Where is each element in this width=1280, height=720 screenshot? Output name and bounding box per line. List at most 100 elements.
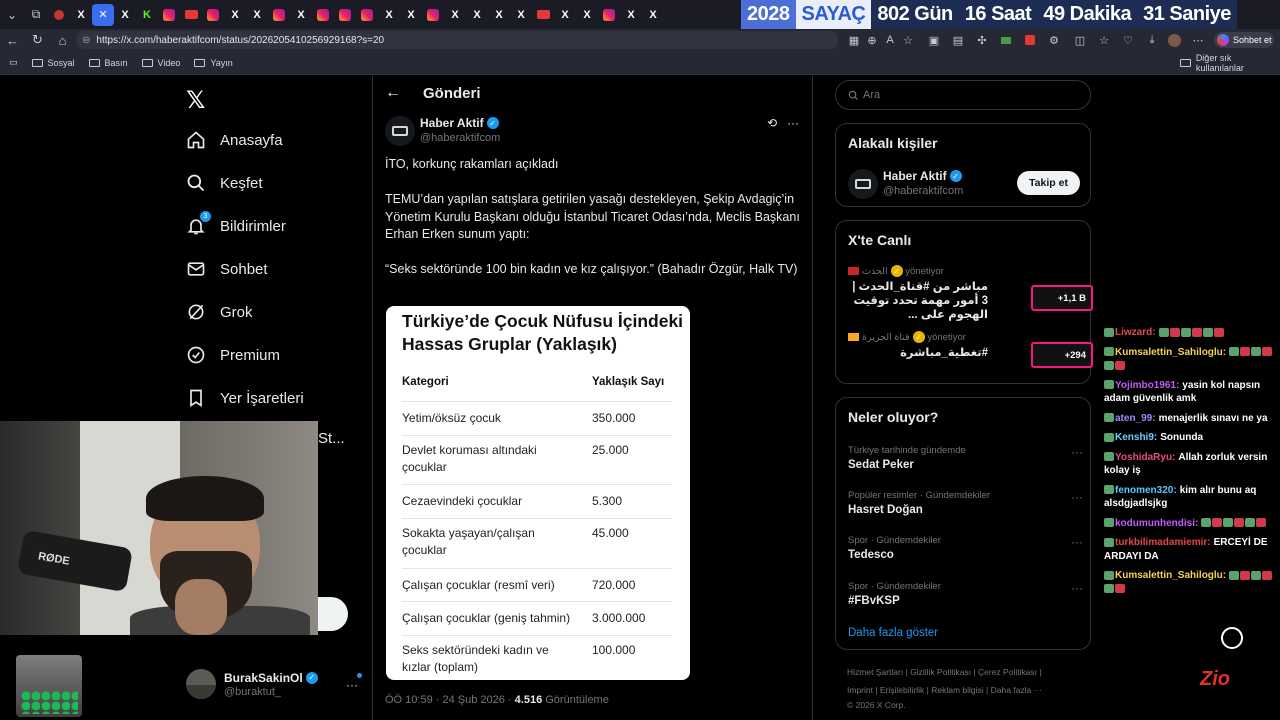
browser-tab[interactable] [180,4,202,26]
profile-avatar-icon[interactable] [1166,32,1182,48]
downloads-icon[interactable]: ⤓ [1144,32,1160,48]
browser-tab[interactable]: K [136,4,158,26]
more-options-icon[interactable]: ··· [1071,535,1083,549]
nav-item-explore[interactable]: Keşfet [186,173,263,193]
footer-links[interactable]: Imprint | Erişilebilirlik | Reklam bilgi… [847,685,1042,695]
extensions-puzzle-icon[interactable]: ⚙ [1046,32,1062,48]
url-field[interactable]: ⊜ https://x.com/haberaktifcom/status/202… [76,31,838,49]
nav-item-grok[interactable]: Grok [186,302,253,322]
account-more-icon[interactable]: ··· [346,678,358,692]
browser-tab[interactable]: X [246,4,268,26]
browser-tab[interactable] [532,4,554,26]
more-options-icon[interactable]: ··· [1071,490,1083,504]
extension-icon[interactable]: ✣ [974,32,990,48]
nav-item-premium[interactable]: Premium [186,345,280,365]
browser-tab[interactable]: X [642,4,664,26]
browser-tab[interactable]: X [466,4,488,26]
browser-tab[interactable]: X [400,4,422,26]
browser-tab[interactable] [356,4,378,26]
author-avatar[interactable] [385,116,415,146]
author-handle[interactable]: @haberaktifcom [420,132,500,144]
post-image-table[interactable]: Türkiye’de Çocuk Nüfusu İçindeki Hassas … [386,306,690,680]
browser-tab[interactable]: X [224,4,246,26]
bookmark-folder[interactable]: Yayın [194,58,233,68]
post-timestamp[interactable]: ÖÖ 10:59 · 24 Şub 2026 · [385,694,512,706]
related-person[interactable]: Haber Aktif ✓ @haberaktifcom [848,169,963,199]
browser-tab[interactable] [312,4,334,26]
trend-item[interactable]: Popüler resimler · Gündemdekiler Hasret … [848,490,1083,516]
trend-item[interactable]: Spor · Gündemdekiler #FBvKSP ··· [848,581,1083,607]
browser-tab[interactable]: X [620,4,642,26]
extension-icon[interactable]: ▣ [926,32,942,48]
browser-tab[interactable]: X [510,4,532,26]
nav-item-notifications[interactable]: 3 Bildirimler [186,211,286,236]
reading-list-icon[interactable]: ▭ [9,57,18,68]
copilot-chat-button[interactable]: Sohbet et [1214,32,1274,48]
trend-item[interactable]: Spor · Gündemdekiler Tedesco ··· [848,535,1083,561]
grok-explain-icon[interactable]: ⟲ [767,116,777,130]
post-author[interactable]: Haber Aktif ✓ @haberaktifcom [385,116,500,146]
browser-tab[interactable] [202,4,224,26]
browser-tab[interactable]: X [378,4,400,26]
bookmark-folder[interactable]: Video [141,58,180,68]
favorite-icon[interactable]: ☆ [900,32,916,48]
browser-tab[interactable]: X [554,4,576,26]
nav-item-messages[interactable]: Sohbet [186,259,268,279]
author-name[interactable]: Haber Aktif ✓ [420,116,500,130]
browser-tab[interactable] [48,4,70,26]
show-more-link[interactable]: Daha fazla göster [848,627,938,639]
nav-item-bookmarks[interactable]: Yer İşaretleri [186,388,304,408]
workspaces-icon[interactable]: ⧉ [24,0,48,29]
chat-emote-icon [1251,570,1262,580]
favorites-icon[interactable]: ☆ [1096,32,1112,48]
more-menu-icon[interactable]: ⋯ [1190,32,1206,48]
browser-tab[interactable]: X [70,4,92,26]
browser-tab[interactable] [334,4,356,26]
account-switcher[interactable]: BurakSakinOl ✓ @buraktut_ [186,669,318,699]
browser-tab[interactable] [158,4,180,26]
browser-tab[interactable]: X [488,4,510,26]
live-item[interactable]: قناة الجزيرة ✓ yönetiyor #تغطية_مباشرة +2… [848,331,1093,368]
browser-tab[interactable]: X [576,4,598,26]
other-bookmarks-folder[interactable]: Diğer sık kullanılanlar [1180,53,1280,73]
browser-tab[interactable] [598,4,620,26]
split-screen-icon[interactable]: ◫ [1072,32,1088,48]
related-name[interactable]: Haber Aktif ✓ [883,169,963,183]
x-logo-icon[interactable]: 𝕏 [186,86,205,115]
browser-tab[interactable]: X [444,4,466,26]
footer-links[interactable]: Hizmet Şartları | Gizlilik Politikası | … [847,667,1042,677]
chat-emote-icon [1262,570,1273,580]
tab-menu-chevron-icon[interactable]: ⌄ [0,0,24,29]
grok-floating-icon[interactable] [1221,627,1243,649]
bookmark-folder[interactable]: Sosyal [31,58,75,68]
nav-item-home[interactable]: Anasayfa [186,130,283,150]
reload-icon[interactable]: ↻ [25,32,50,48]
browser-tab-active[interactable]: ✕ [92,3,114,26]
nav-item-overflow-text[interactable]: St... [318,430,345,447]
related-avatar[interactable] [848,169,878,199]
related-handle: @haberaktifcom [883,185,964,197]
follow-button[interactable]: Takip et [1017,171,1080,195]
zoom-icon[interactable]: ⊕ [864,32,880,48]
trend-item[interactable]: Türkiye tarihinde gündemde Sedat Peker ·… [848,445,1083,471]
back-arrow-icon[interactable]: ← [385,84,401,102]
home-icon[interactable]: ⌂ [50,33,75,48]
app-icon[interactable]: ▦ [846,32,862,48]
read-aloud-icon[interactable]: A [882,32,898,48]
browser-tab[interactable] [422,4,444,26]
extension-icon[interactable] [998,32,1014,48]
bookmark-folder[interactable]: Basın [88,58,128,68]
live-item[interactable]: الحدث ✓ yönetiyor مباشر من #قناة_الحدث | … [848,265,1093,322]
site-info-icon[interactable]: ⊜ [82,35,90,46]
extension-icon[interactable] [1022,32,1038,48]
extension-icon[interactable]: ▤ [950,32,966,48]
wallet-icon[interactable]: ♡ [1120,32,1136,48]
more-options-icon[interactable]: ··· [1071,581,1083,595]
search-input[interactable]: Ara [835,80,1091,110]
more-options-icon[interactable]: ··· [1071,445,1083,459]
browser-tab[interactable] [268,4,290,26]
more-options-icon[interactable]: ··· [787,116,799,130]
browser-tab[interactable]: X [114,4,136,26]
back-icon[interactable]: ← [0,33,25,48]
browser-tab[interactable]: X [290,4,312,26]
